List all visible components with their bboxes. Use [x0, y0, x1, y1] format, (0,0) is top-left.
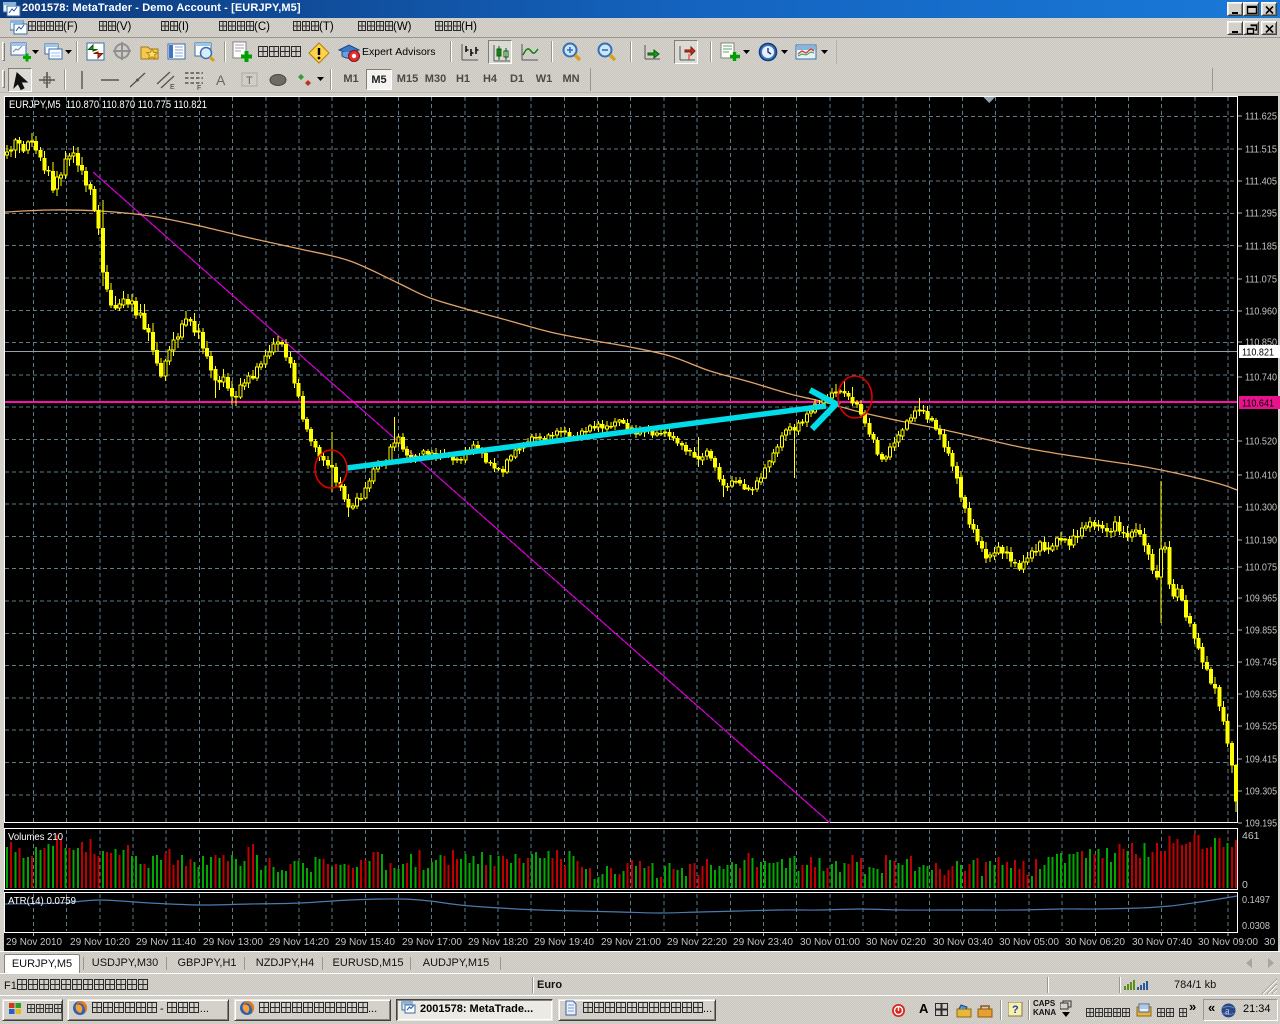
svg-text:29 Nov 15:40: 29 Nov 15:40 — [335, 936, 395, 948]
svg-text:29 Nov 19:40: 29 Nov 19:40 — [534, 936, 594, 948]
svg-text:110.075: 110.075 — [1245, 562, 1277, 574]
svg-text:109.855: 109.855 — [1245, 625, 1277, 637]
svg-text:T: T — [246, 75, 253, 87]
svg-text:110.410: 110.410 — [1245, 470, 1277, 482]
svg-text:29 Nov 11:40: 29 Nov 11:40 — [136, 936, 196, 948]
svg-text:29 Nov 23:40: 29 Nov 23:40 — [733, 936, 793, 948]
svg-text:110.740: 110.740 — [1245, 372, 1277, 384]
svg-text:29 Nov 14:20: 29 Nov 14:20 — [269, 936, 329, 948]
svg-text:109.965: 109.965 — [1245, 593, 1277, 605]
svg-text:EURJPY,M5 110.870 110.870 110: EURJPY,M5 110.870 110.870 110.775 110.82… — [9, 99, 207, 111]
svg-text:30 Nov 03:40: 30 Nov 03:40 — [933, 936, 993, 948]
svg-text:30 Nov 02:20: 30 Nov 02:20 — [866, 936, 926, 948]
svg-text:110.300: 110.300 — [1245, 502, 1277, 514]
svg-text:ATR(14) 0.0759: ATR(14) 0.0759 — [8, 895, 76, 907]
svg-text:109.415: 109.415 — [1245, 754, 1277, 766]
svg-text:29 Nov 10:20: 29 Nov 10:20 — [70, 936, 130, 948]
svg-text:29 Nov 17:00: 29 Nov 17:00 — [402, 936, 462, 948]
svg-text:111.625: 111.625 — [1245, 111, 1277, 123]
svg-text:109.305: 109.305 — [1245, 786, 1277, 798]
svg-text:30 Nov 07:40: 30 Nov 07:40 — [1132, 936, 1192, 948]
svg-text:a: a — [1225, 1006, 1230, 1017]
svg-text:E: E — [170, 84, 175, 91]
svg-text:30 Nov 06:20: 30 Nov 06:20 — [1065, 936, 1125, 948]
svg-text:29 Nov 21:00: 29 Nov 21:00 — [601, 936, 661, 948]
svg-text:0: 0 — [1242, 879, 1248, 891]
svg-text:109.635: 109.635 — [1245, 689, 1277, 701]
svg-text:0.0308: 0.0308 — [1242, 920, 1270, 932]
svg-text:111.075: 111.075 — [1245, 274, 1277, 286]
svg-text:29 Nov 13:00: 29 Nov 13:00 — [203, 936, 263, 948]
svg-text:A: A — [216, 72, 226, 88]
svg-text:110.821: 110.821 — [1242, 347, 1274, 359]
svg-text:461: 461 — [1242, 830, 1260, 842]
svg-text:111.515: 111.515 — [1245, 144, 1277, 156]
svg-text:Volumes 210: Volumes 210 — [8, 831, 63, 843]
svg-text:0.1497: 0.1497 — [1242, 894, 1270, 906]
svg-text:30 Nov 05:00: 30 Nov 05:00 — [999, 936, 1059, 948]
svg-text:109.745: 109.745 — [1245, 657, 1277, 669]
svg-text:110.641: 110.641 — [1242, 398, 1274, 410]
svg-text:?: ? — [1012, 1004, 1019, 1016]
svg-text:29 Nov 22:20: 29 Nov 22:20 — [667, 936, 727, 948]
svg-text:F: F — [197, 85, 201, 91]
svg-text:109.195: 109.195 — [1245, 818, 1277, 830]
svg-text:110.190: 110.190 — [1245, 535, 1277, 547]
svg-text:29 Nov 2010: 29 Nov 2010 — [6, 936, 62, 948]
svg-text:111.185: 111.185 — [1245, 241, 1277, 253]
svg-text:110.520: 110.520 — [1245, 436, 1277, 448]
svg-text:111.405: 111.405 — [1245, 176, 1277, 188]
svg-text:111.295: 111.295 — [1245, 208, 1277, 220]
svg-text:29 Nov 18:20: 29 Nov 18:20 — [468, 936, 528, 948]
svg-text:30 Nov 10:20: 30 Nov 10:20 — [1264, 936, 1280, 948]
svg-text:109.525: 109.525 — [1245, 721, 1277, 733]
svg-text:30 Nov 09:00: 30 Nov 09:00 — [1198, 936, 1258, 948]
svg-text:30 Nov 01:00: 30 Nov 01:00 — [800, 936, 860, 948]
svg-text:110.960: 110.960 — [1245, 306, 1277, 318]
